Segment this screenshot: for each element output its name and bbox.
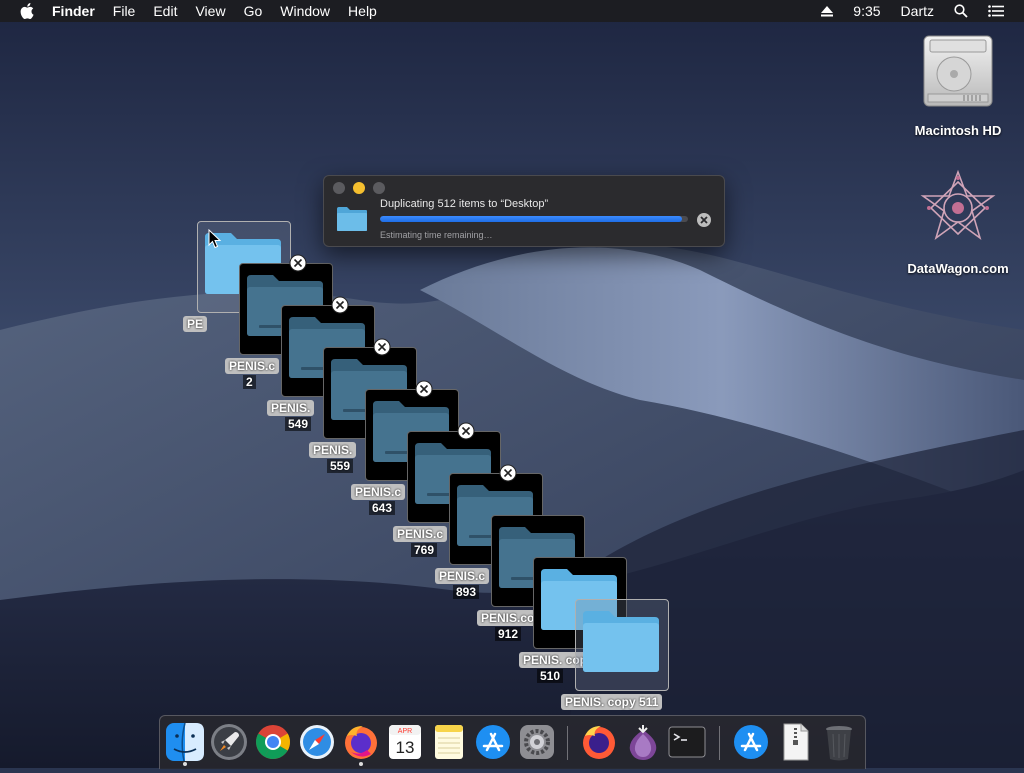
folder-name-label: PENIS.c [435,568,490,584]
cancel-copy-icon[interactable] [289,254,307,272]
finder-icon [166,722,204,762]
menu-go[interactable]: Go [244,3,263,19]
datawagon-logo-icon [920,169,996,241]
dock-separator [719,726,720,760]
dock-downloads[interactable] [731,722,771,762]
menu-bar: Finder File Edit View Go Window Help 9:3… [0,0,1024,22]
desktop-wallpaper[interactable] [0,0,1024,769]
menu-file[interactable]: File [113,3,136,19]
app-store-icon [476,725,510,759]
folder-name-label: PENIS. copy 511 [561,694,663,710]
cancel-copy-icon[interactable] [696,212,712,228]
chrome-icon [256,725,290,759]
menu-window[interactable]: Window [280,3,330,19]
mouse-cursor-icon [208,229,222,249]
folder-copy-number: 769 [411,543,438,557]
dock-firefox-nightly[interactable] [579,722,619,762]
dock-finder[interactable] [165,722,205,766]
copy-progress-bar [380,216,688,222]
tor-onion-icon [629,725,657,760]
folder-copy-number: 643 [369,501,396,515]
calendar-icon: APR 13 [389,725,421,759]
launchpad-rocket-icon [211,724,247,760]
firefox-icon [345,726,377,759]
downloads-icon [734,725,768,759]
copy-dialog-title: Duplicating 512 items to “Desktop” [380,198,549,210]
spotlight-search-icon[interactable] [954,4,968,18]
terminal-icon [668,726,706,758]
safari-compass-icon [300,725,334,759]
dock-safari[interactable] [297,722,337,762]
folder-name-label: PENIS.c [393,526,448,542]
gear-icon [520,725,554,759]
notes-icon [435,725,463,759]
menu-clock[interactable]: 9:35 [853,3,880,19]
dock-google-chrome[interactable] [253,722,293,762]
desktop-icon-macintosh-hd[interactable]: Macintosh HD [903,32,1013,138]
desktop-icon-label: Macintosh HD [914,123,1002,138]
apple-menu-icon[interactable] [20,3,36,19]
folder-name-label: PE [183,316,208,332]
copy-progress-dialog: Duplicating 512 items to “Desktop” Estim… [323,175,725,247]
hard-drive-icon [923,35,993,107]
trash-icon [826,726,852,761]
folder-icon [337,207,367,231]
mojave-dunes-wallpaper [0,0,1024,769]
folder-name-label: PENIS.c [225,358,280,374]
dock-archive[interactable] [775,722,815,762]
folder-name-label: PENIS. [309,442,357,458]
folder-name-label: PENIS. [267,400,315,416]
zip-file-icon [783,723,809,761]
folder-icon [583,611,659,672]
calendar-month: APR [398,728,412,735]
dock-calendar[interactable]: APR 13 [385,722,425,762]
menu-user[interactable]: Dartz [901,3,934,19]
menu-app-name[interactable]: Finder [52,3,95,19]
notification-center-icon[interactable] [988,5,1004,17]
menu-view[interactable]: View [195,3,225,19]
folder-copy-number: 510 [537,669,564,683]
dock-terminal[interactable] [667,722,707,762]
close-window-button[interactable] [333,182,345,194]
folder-copy-number: 559 [327,459,354,473]
dock-app-store[interactable] [473,722,513,762]
dock: APR 13 [159,715,866,769]
copy-progress-fill [380,216,682,222]
cancel-copy-icon[interactable] [373,338,391,356]
running-indicator [359,762,363,766]
minimize-window-button[interactable] [353,182,365,194]
folder-copy-number: 549 [285,417,312,431]
cancel-copy-icon[interactable] [457,422,475,440]
folder-name-label: PENIS.c [351,484,406,500]
cancel-copy-icon[interactable] [499,464,517,482]
copy-dialog-status: Estimating time remaining… [380,230,493,240]
dock-firefox[interactable] [341,722,381,766]
menu-edit[interactable]: Edit [153,3,177,19]
dock-trash[interactable] [819,722,859,762]
cancel-copy-icon[interactable] [415,380,433,398]
desktop-icon-label: DataWagon.com [907,261,1009,276]
dock-launchpad[interactable] [209,722,249,762]
cancel-copy-icon[interactable] [331,296,349,314]
dock-system-preferences[interactable] [517,722,557,762]
calendar-day: 13 [396,738,415,757]
dock-separator [567,726,568,760]
dock-tor-browser[interactable] [623,722,663,762]
dock-notes[interactable] [429,722,469,762]
firefox-nightly-icon [583,726,615,759]
running-indicator [183,762,187,766]
folder-copy-number: 912 [495,627,522,641]
folder-copy-number: 893 [453,585,480,599]
folder-copy-number: 2 [243,375,256,389]
eject-icon[interactable] [821,5,834,17]
menu-help[interactable]: Help [348,3,377,19]
zoom-window-button[interactable] [373,182,385,194]
desktop-icon-datawagon[interactable]: DataWagon.com [903,168,1013,276]
